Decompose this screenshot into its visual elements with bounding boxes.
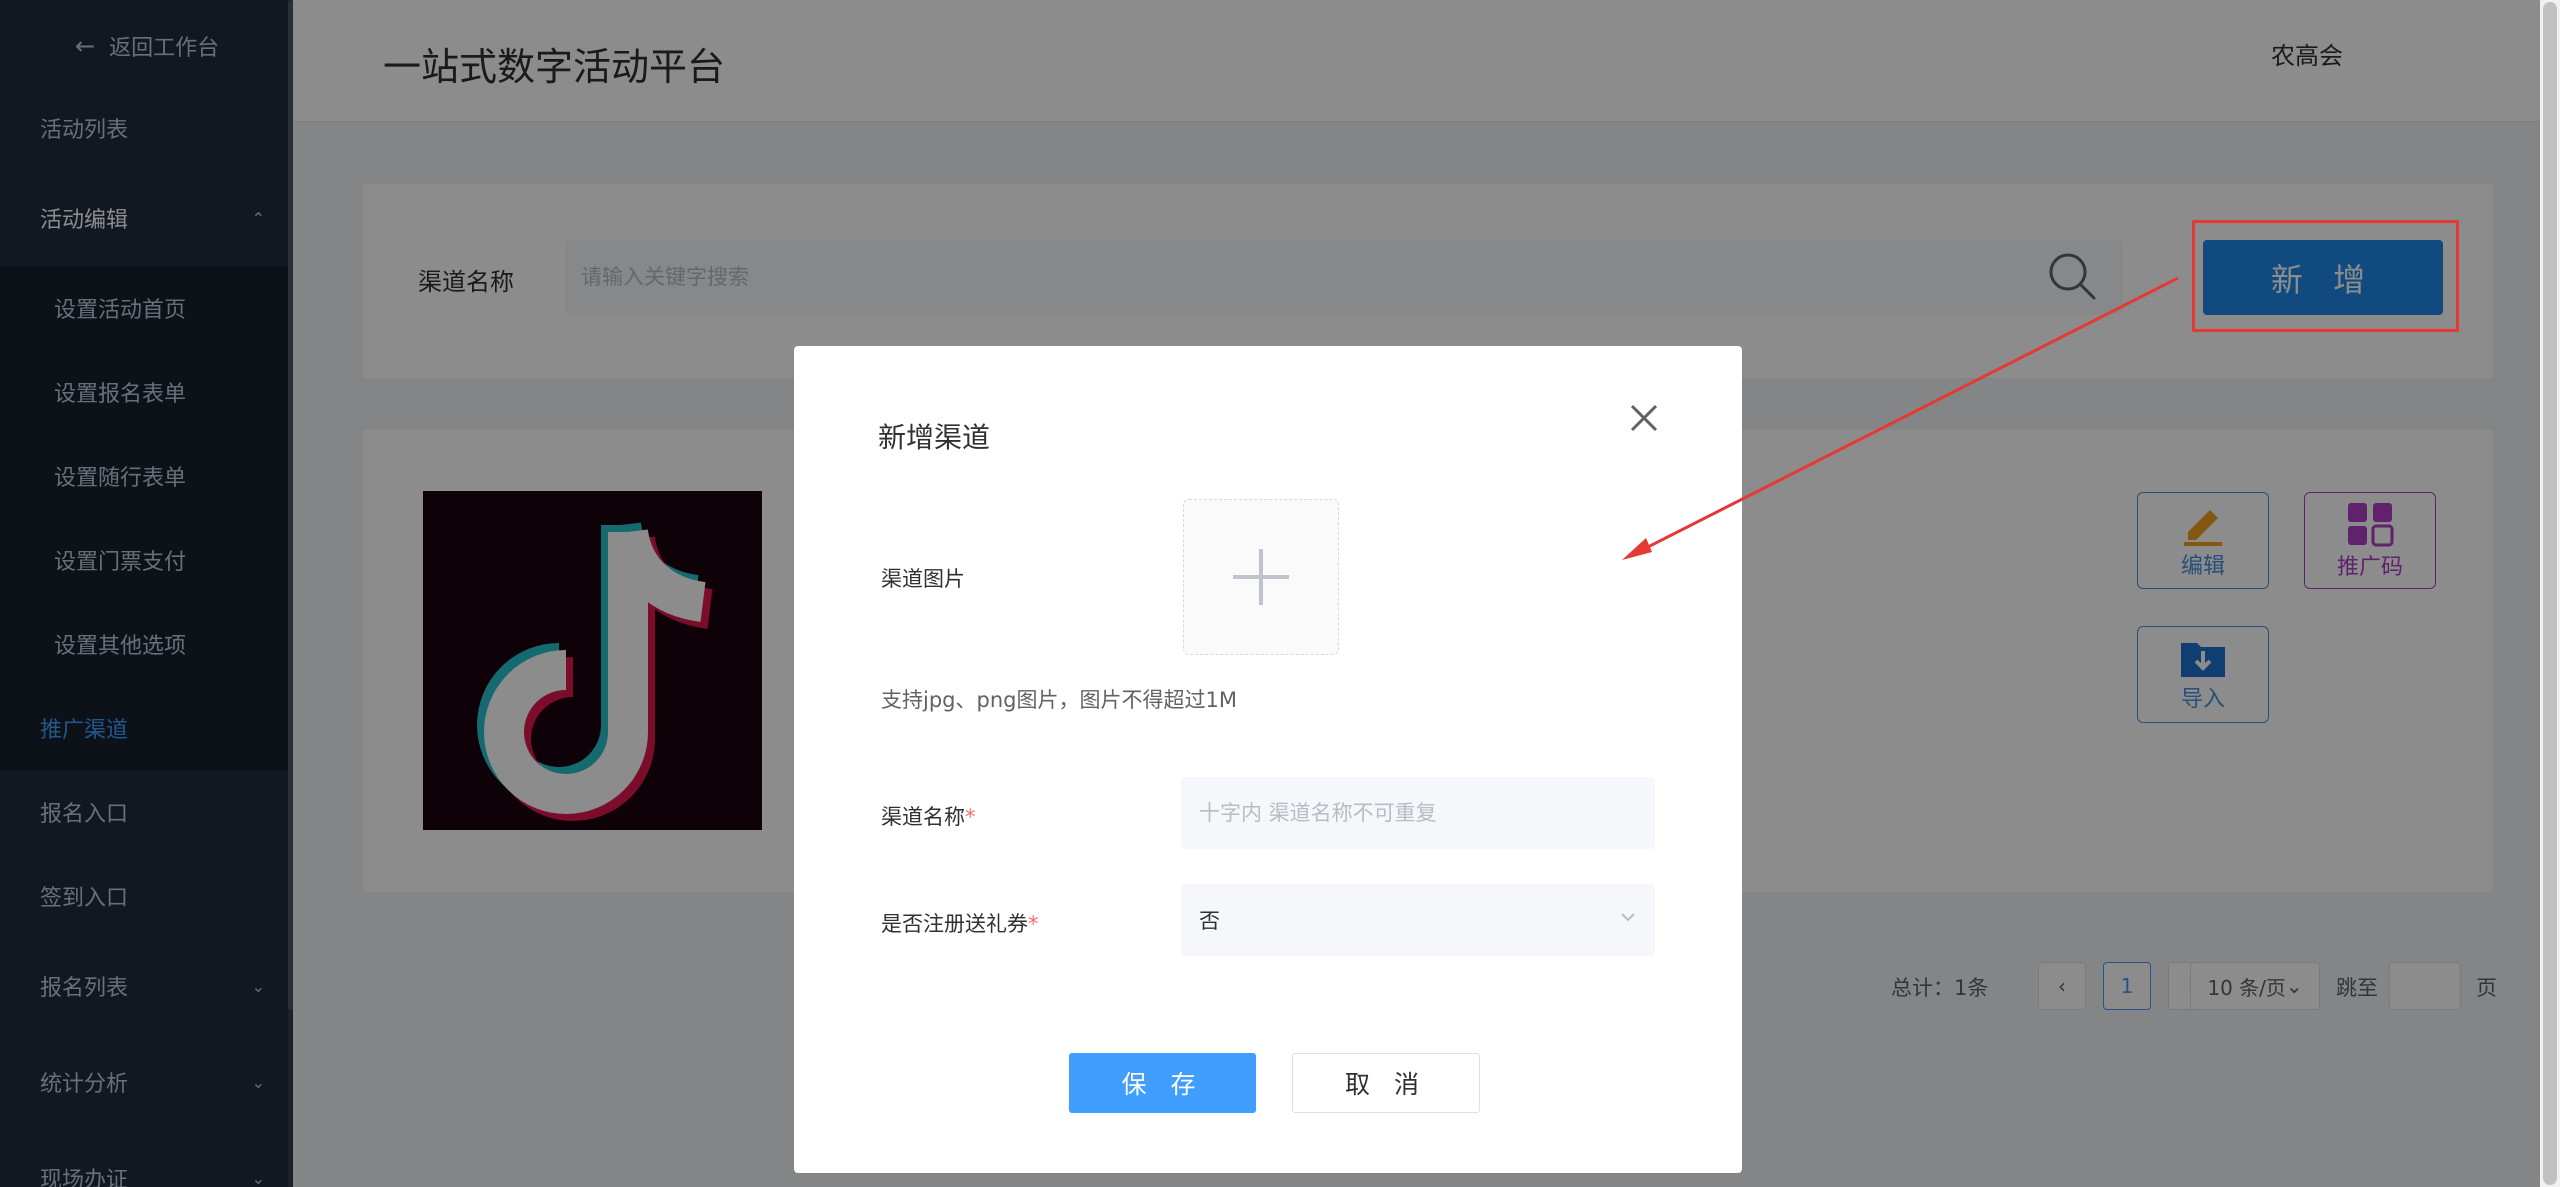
save-button[interactable]: 保 存 bbox=[1069, 1053, 1256, 1113]
page-scrollbar-thumb[interactable] bbox=[2543, 2, 2557, 1185]
upload-hint: 支持jpg、png图片，图片不得超过1M bbox=[881, 688, 1237, 712]
plus-icon bbox=[1233, 549, 1289, 605]
channel-image-label: 渠道图片 bbox=[881, 567, 965, 591]
chevron-down-icon bbox=[1621, 913, 1635, 922]
cancel-button[interactable]: 取 消 bbox=[1292, 1053, 1480, 1113]
add-channel-dialog: 新增渠道 渠道图片 支持jpg、png图片，图片不得超过1M 渠道名称* 是否注… bbox=[794, 346, 1742, 1173]
annotation-highlight-box bbox=[2192, 220, 2459, 332]
gift-coupon-select[interactable]: 否 bbox=[1181, 884, 1655, 956]
channel-name-field-label: 渠道名称* bbox=[881, 801, 976, 831]
gift-coupon-label-text: 是否注册送礼券 bbox=[881, 912, 1028, 936]
dialog-title: 新增渠道 bbox=[878, 421, 991, 454]
close-icon[interactable] bbox=[1624, 398, 1664, 438]
gift-coupon-value: 否 bbox=[1199, 909, 1220, 933]
required-mark: * bbox=[1028, 912, 1039, 936]
image-upload[interactable] bbox=[1183, 499, 1339, 655]
gift-coupon-field-label: 是否注册送礼券* bbox=[881, 908, 1039, 938]
channel-name-label-text: 渠道名称 bbox=[881, 805, 965, 829]
required-mark: * bbox=[965, 805, 976, 829]
channel-name-input[interactable] bbox=[1181, 777, 1655, 849]
